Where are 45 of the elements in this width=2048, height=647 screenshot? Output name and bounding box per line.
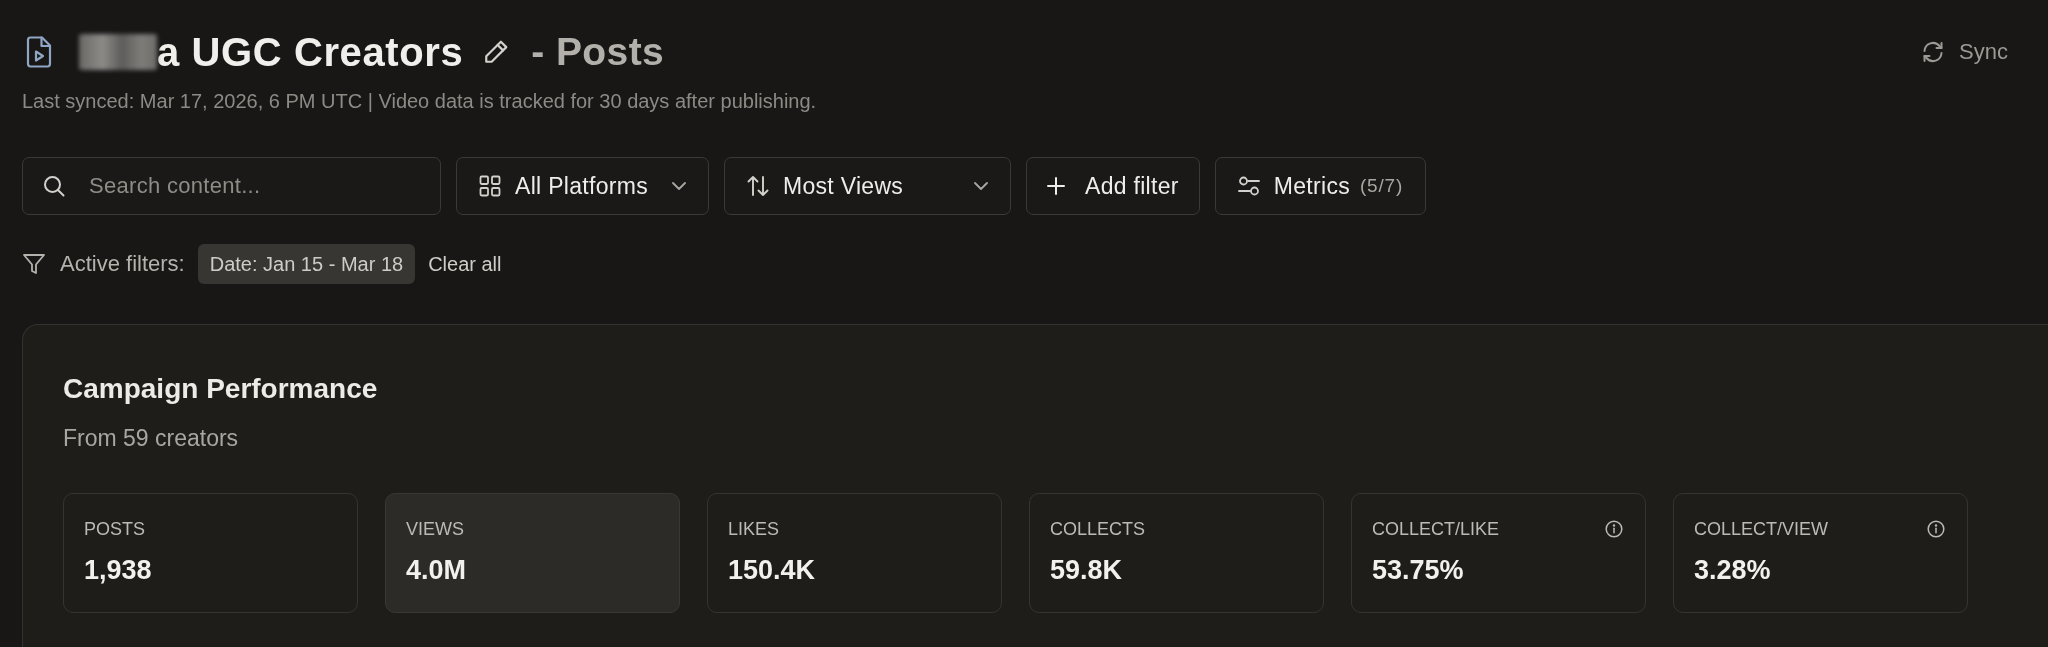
metric-label: VIEWS [406, 518, 464, 540]
metric-card[interactable]: VIEWS 4.0M [385, 493, 680, 613]
chevron-down-icon [672, 182, 686, 190]
metric-card[interactable]: POSTS 1,938 [63, 493, 358, 613]
sync-info-text: Last synced: Mar 17, 2026, 6 PM UTC | Video data is tracked for 30 days after publishing. [22, 90, 817, 113]
metric-card[interactable]: COLLECTS 59.8K [1029, 493, 1324, 613]
chevron-down-icon [974, 182, 988, 190]
page-title: a UGC Creators [157, 29, 464, 75]
active-filters-label: Active filters: [60, 251, 185, 277]
filter-icon [22, 252, 46, 276]
metric-value: 3.28% [1694, 555, 1771, 585]
clear-all-button[interactable]: Clear all [428, 252, 502, 276]
metric-value: 59.8K [1050, 555, 1123, 585]
metric-card[interactable]: COLLECT/LIKE 53.75% [1351, 493, 1646, 613]
info-icon[interactable] [1605, 520, 1623, 538]
metric-label: POSTS [84, 518, 145, 540]
filter-chip[interactable]: Date: Jan 15 - Mar 18 [197, 244, 416, 284]
platform-dropdown[interactable]: All Platforms [456, 157, 709, 215]
document-play-icon [26, 36, 52, 68]
metric-value: 4.0M [406, 555, 467, 585]
grid-icon [479, 175, 501, 197]
search-icon [43, 175, 65, 197]
metric-label: LIKES [728, 518, 780, 540]
sync-button[interactable]: Sync [1921, 39, 2008, 65]
plus-icon [1047, 177, 1065, 195]
sync-icon [1921, 40, 1946, 64]
card-title: Campaign Performance [63, 373, 378, 405]
sort-dropdown[interactable]: Most Views [724, 157, 1011, 215]
metric-value: 53.75% [1372, 555, 1464, 585]
metric-card[interactable]: COLLECT/VIEW 3.28% [1673, 493, 1968, 613]
sort-arrows-icon [747, 175, 769, 197]
metric-label: COLLECTS [1050, 518, 1146, 540]
sliders-icon [1237, 175, 1260, 197]
metric-label: COLLECT/LIKE [1372, 518, 1500, 540]
info-icon[interactable] [1927, 520, 1945, 538]
metric-card[interactable]: LIKES 150.4K [707, 493, 1002, 613]
card-subtitle: From 59 creators [63, 425, 239, 451]
metrics-button[interactable]: Metrics (5/7) [1214, 157, 1427, 215]
metric-value: 150.4K [728, 555, 816, 585]
search-field[interactable]: Search content... [22, 157, 441, 215]
page-title-suffix: - Posts [531, 30, 665, 74]
pencil-icon[interactable] [483, 39, 510, 65]
metric-label: COLLECT/VIEW [1694, 518, 1829, 540]
add-filter-button[interactable]: Add filter [1026, 157, 1200, 215]
metric-value: 1,938 [84, 555, 152, 585]
